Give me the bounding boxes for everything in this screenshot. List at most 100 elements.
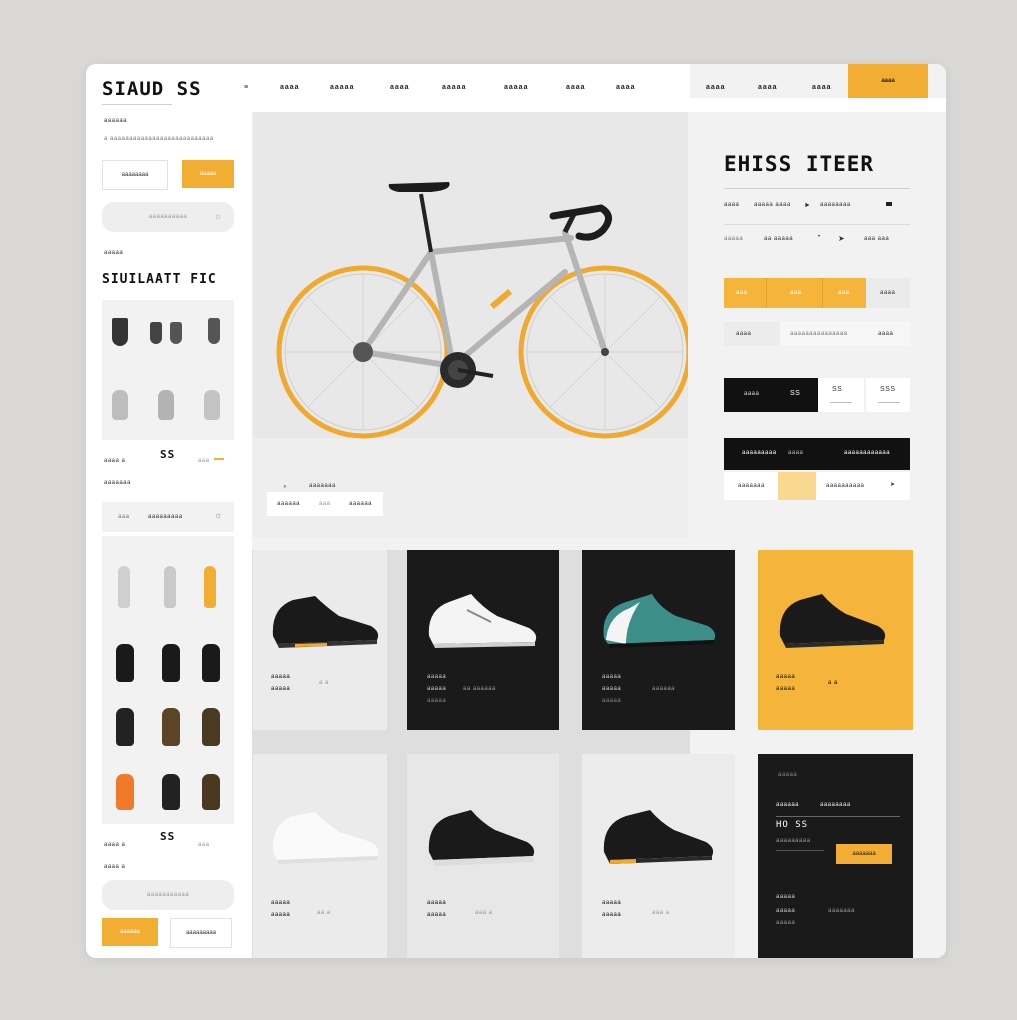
product-extra: a a	[319, 680, 329, 686]
divider	[776, 850, 824, 851]
size-option-label: aaaa	[880, 290, 896, 296]
secondary-button[interactable]: aaaaaaaaa	[170, 918, 232, 948]
gear-icon: ☼	[214, 510, 223, 520]
cleat-swatch[interactable]	[116, 708, 134, 746]
tab-option[interactable]: aaaa	[788, 450, 803, 456]
nav-item[interactable]: aaaaa	[330, 84, 354, 91]
nav-item[interactable]: aaaa	[280, 84, 300, 91]
divider	[724, 188, 910, 189]
nav-item[interactable]: aaaaa	[442, 84, 466, 91]
hero-segmented-control[interactable]: aaaaaa aaa aaaaaa	[267, 492, 383, 516]
segment-option[interactable]: aaa	[319, 501, 331, 507]
cleat-swatch[interactable]	[164, 566, 176, 608]
cleat-swatch[interactable]	[204, 566, 216, 608]
product-card[interactable]: aaaaa aaaaa aaaaaa aaaaa	[582, 550, 735, 730]
spec-label: aaaaa	[724, 236, 744, 242]
size-option-alt[interactable]: aaaa	[866, 278, 910, 308]
option-value: aaaaaaaaaaaaaaa	[790, 331, 848, 337]
cleat-swatch[interactable]	[208, 318, 220, 344]
promo-line: aaaaa	[776, 920, 796, 926]
sidebar-search-input[interactable]: aaaaaaaaaa ☼	[102, 202, 234, 232]
size-option[interactable]: aaa	[790, 290, 802, 296]
nav-item-right[interactable]: aaaa	[706, 84, 726, 91]
nav-item-right[interactable]: aaaa	[812, 84, 832, 91]
nav-item-right[interactable]: aaaa	[758, 84, 778, 91]
quantity-option[interactable]: SSS	[866, 378, 910, 412]
nav-mark[interactable]: ≡	[244, 84, 249, 91]
cleat-swatch[interactable]	[202, 708, 220, 746]
nav-item[interactable]: aaaa	[566, 84, 586, 91]
product-card[interactable]: aaaaa aaaaa aaa a	[582, 754, 735, 958]
cleat-swatch[interactable]	[162, 708, 180, 746]
quantity-option[interactable]: SS	[818, 378, 864, 412]
product-card[interactable]: aaaaa aaaaa a a	[253, 550, 387, 730]
spec-swatch	[886, 202, 892, 206]
quantity-option-value: SSS	[880, 386, 896, 393]
sidebar-yellow-button[interactable]: aaaaa	[182, 160, 234, 188]
cleat-swatch[interactable]	[116, 644, 134, 682]
filter-dropdown[interactable]: aaa aaaaaaaaa ☼	[102, 502, 234, 532]
product-meta: aaaaa	[427, 686, 447, 692]
nav-item[interactable]: aaaa	[616, 84, 636, 91]
tab-option[interactable]: aaaaaaaaa	[742, 450, 777, 456]
cleat-swatch[interactable]	[112, 390, 128, 420]
shoe-image	[272, 812, 379, 864]
promo-line: aaaaa	[776, 908, 796, 914]
divider	[878, 402, 900, 403]
spec-icon: •	[818, 234, 821, 240]
promo-line: aaaaaaa	[828, 908, 855, 914]
promo-eyebrow: aaaaa	[778, 772, 798, 778]
add-to-cart-button[interactable]: aaaaaa	[102, 918, 158, 946]
cleat-swatch[interactable]	[158, 390, 174, 420]
size-selector[interactable]: aaa aaa aaa	[724, 278, 866, 308]
product-card[interactable]: aaaaa aaaaa aaa a	[407, 754, 559, 958]
product-card[interactable]: aaaaa aaaaa aa a	[253, 754, 387, 958]
cleat-swatch[interactable]	[112, 318, 128, 346]
tab-option[interactable]: aaaaaaaaaaaa	[844, 450, 890, 456]
quantity-label: aaaa	[744, 391, 760, 397]
divider	[724, 224, 910, 225]
divider	[822, 278, 823, 308]
arrow-icon[interactable]: ➤	[890, 481, 896, 488]
cleat-swatch[interactable]	[116, 774, 134, 810]
cleat-swatch[interactable]	[150, 322, 162, 344]
product-meta: aaaaa	[602, 686, 622, 692]
promo-title-left: aaaaaa	[776, 802, 800, 808]
nav-underbar	[690, 98, 946, 112]
cleat-swatch[interactable]	[118, 566, 130, 608]
size-option[interactable]: aaa	[736, 290, 748, 296]
promo-button[interactable]: aaaaaaa	[836, 844, 892, 864]
meta-1: aaaa a	[104, 458, 126, 464]
product-meta: aaaaa	[271, 912, 291, 918]
arrow-icon: ➤	[838, 234, 846, 243]
cleat-swatch-grid	[102, 300, 234, 440]
size-option[interactable]: aaa	[838, 290, 850, 296]
quantity-field[interactable]: aaaa SS	[724, 378, 818, 412]
option-row[interactable]: aaaa aaaaaaaaaaaaaaa aaaa	[724, 322, 910, 346]
brand-logo[interactable]: SIAUD SS	[102, 78, 202, 100]
cleat-swatch[interactable]	[204, 390, 220, 420]
section-title: SIUILAATT FIC	[102, 272, 217, 287]
segment-option[interactable]: aaaaaa	[277, 501, 300, 507]
tab-highlight[interactable]	[778, 472, 816, 500]
option-label: aaaa	[736, 331, 752, 337]
option-chip	[724, 322, 780, 346]
product-name: aaaaa	[776, 674, 796, 680]
cleat-swatch[interactable]	[170, 322, 182, 344]
price-2: SS	[160, 830, 176, 843]
cleat-swatch[interactable]	[202, 644, 220, 682]
nav-item[interactable]: aaaaa	[504, 84, 528, 91]
sidebar-outline-button[interactable]: aaaaaaaa	[102, 160, 168, 190]
nav-cta-button[interactable]: aaaa	[848, 64, 928, 98]
product-card[interactable]: aaaaa aaaaa a a	[758, 550, 913, 730]
nav-item[interactable]: aaaa	[390, 84, 410, 91]
product-card[interactable]: aaaaa aaaaa aa aaaaaa aaaaa	[407, 550, 559, 730]
price-1: SS	[160, 448, 176, 461]
cleat-swatch[interactable]	[162, 644, 180, 682]
segment-option[interactable]: aaaaaa	[349, 501, 372, 507]
filter-label: aaaaaaaaa	[148, 514, 183, 520]
cleat-swatch[interactable]	[202, 774, 220, 810]
sidebar-search-input-2[interactable]: aaaaaaaaaaa	[102, 880, 234, 910]
tab-content: aaaaaaa aaaaaaaaaa ➤	[724, 472, 910, 500]
cleat-swatch[interactable]	[162, 774, 180, 810]
